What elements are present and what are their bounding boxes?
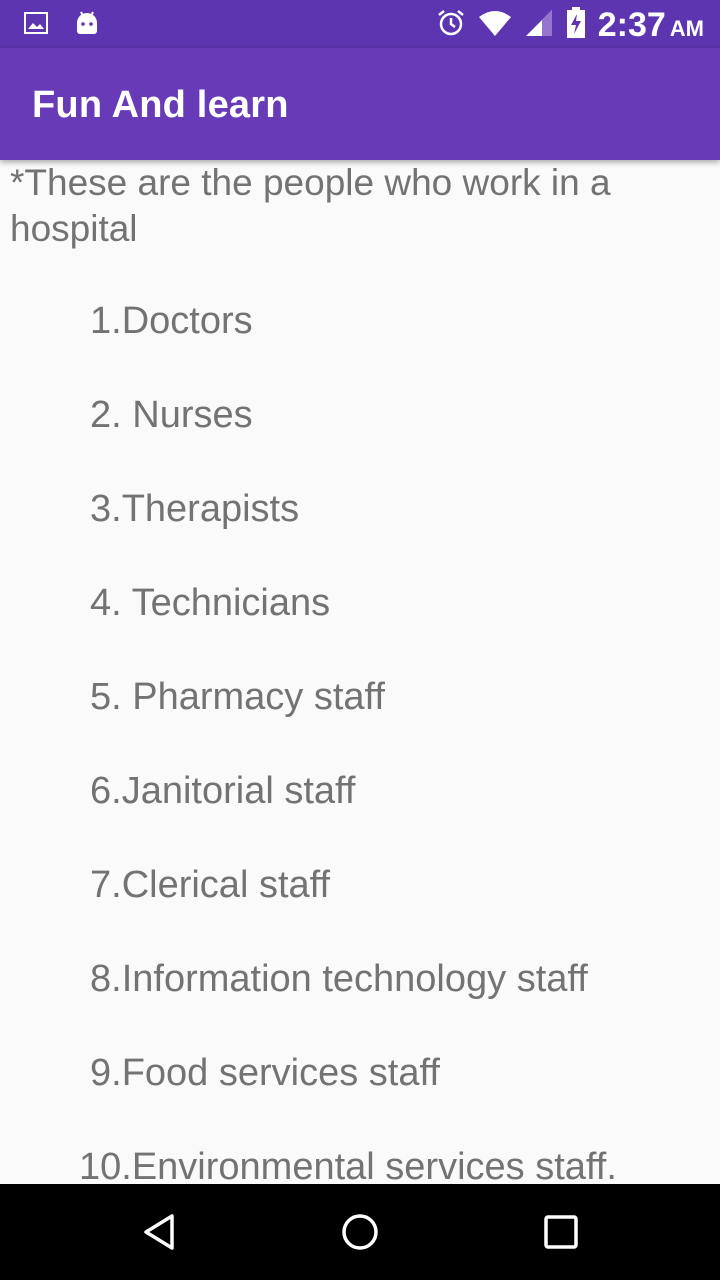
ampm-text: AM (669, 16, 704, 41)
content-scroll-area[interactable]: *These are the people who work in a hosp… (0, 160, 720, 1184)
list-item: 5. Pharmacy staff (90, 676, 385, 718)
back-icon[interactable] (140, 1212, 180, 1252)
list-item: 9.Food services staff (90, 1052, 440, 1094)
recents-icon[interactable] (541, 1212, 581, 1252)
wifi-icon (478, 9, 512, 42)
list-item: 6.Janitorial staff (90, 770, 356, 812)
app-title: Fun And learn (32, 84, 289, 126)
list-item: 1.Doctors (90, 300, 253, 342)
battery-charging-icon (566, 7, 586, 44)
clock: 2:37 AM (598, 6, 704, 45)
signal-icon (524, 8, 554, 43)
app-bar: Fun And learn (0, 48, 720, 160)
list-item: 3.Therapists (90, 488, 300, 530)
list-item: 10.Environmental services staff. (79, 1146, 617, 1184)
list-item: 2. Nurses (90, 394, 253, 436)
time-text: 2:37 (597, 6, 666, 44)
list-item: 8.Information technology staff (90, 958, 588, 1000)
alarm-icon (436, 8, 466, 43)
list-item: 4. Technicians (90, 582, 331, 624)
image-icon (24, 12, 48, 39)
intro-text: *These are the people who work in a hosp… (10, 162, 611, 249)
navigation-bar (0, 1184, 720, 1280)
status-bar: 2:37 AM (0, 0, 720, 48)
android-icon (74, 10, 100, 41)
list-item: 7.Clerical staff (90, 864, 331, 906)
home-icon[interactable] (340, 1212, 380, 1252)
